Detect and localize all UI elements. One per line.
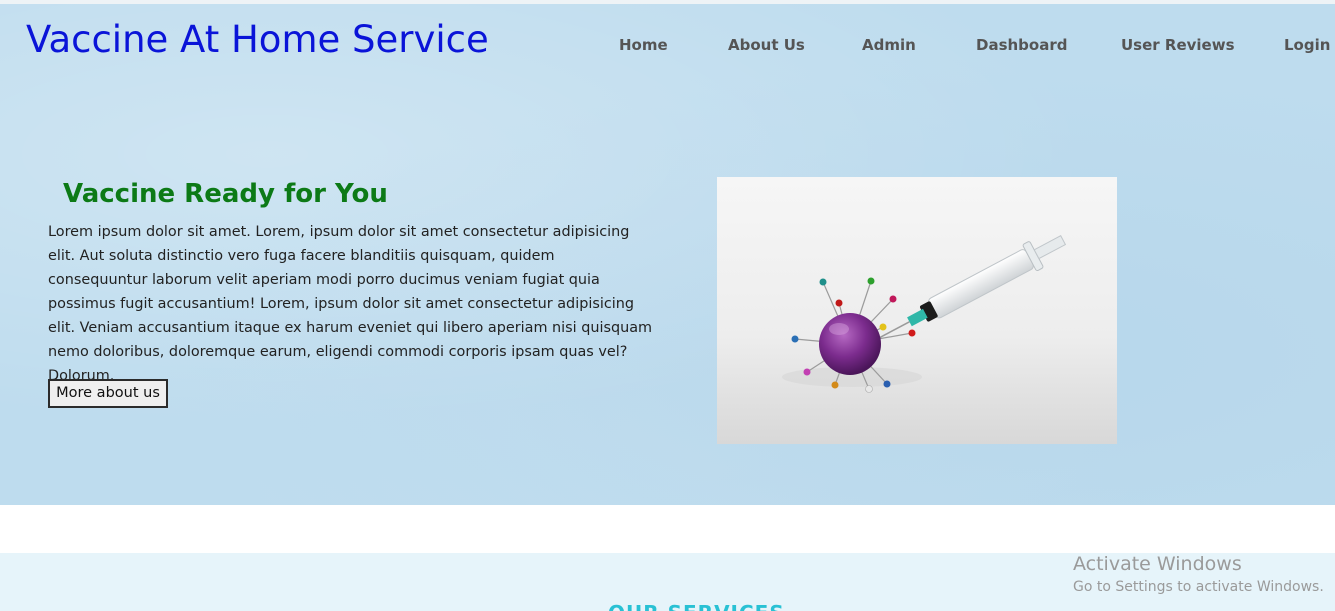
main-nav: Home About Us Admin Dashboard User Revie… [0,36,1335,60]
more-about-us-button[interactable]: More about us [48,379,168,408]
nav-home[interactable]: Home [619,36,668,54]
hero-description: Lorem ipsum dolor sit amet. Lorem, ipsum… [48,224,653,384]
watermark-title: Activate Windows [1073,553,1242,575]
watermark-subtitle: Go to Settings to activate Windows. [1073,579,1324,595]
nav-login[interactable]: Login [1284,36,1330,54]
nav-about-us[interactable]: About Us [728,36,805,54]
hero-section: Vaccine At Home Service Home About Us Ad… [0,4,1335,505]
activate-windows-watermark: Activate Windows Go to Settings to activ… [1073,553,1324,595]
virus-syringe-illustration [782,235,1067,393]
hero-title: Vaccine Ready for You [63,179,388,209]
nav-user-reviews[interactable]: User Reviews [1121,36,1235,54]
virus-syringe-image [717,177,1117,444]
nav-admin[interactable]: Admin [862,36,916,54]
services-title: OUR SERVICES [608,601,785,611]
nav-dashboard[interactable]: Dashboard [976,36,1067,54]
